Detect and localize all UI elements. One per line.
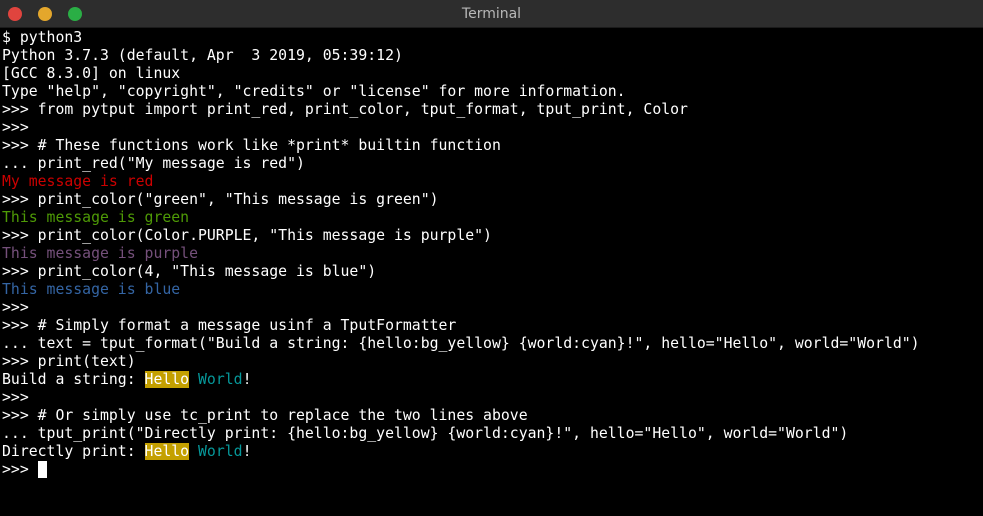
terminal-line: >>> # These functions work like *print* … [2, 137, 981, 155]
terminal-text: ... text = tput_format("Build a string: … [2, 335, 920, 352]
terminal-text: This message is green [2, 209, 190, 226]
terminal-line: My message is red [2, 173, 981, 191]
terminal-window: Terminal $ python3 Python 3.7.3 (default,… [0, 0, 983, 516]
terminal-text: World [198, 371, 243, 388]
terminal-line: ... print_red("My message is red") [2, 155, 981, 173]
terminal-text: Python 3.7.3 (default, Apr 3 2019, 05:39… [2, 47, 403, 64]
terminal-text: ! [242, 443, 252, 460]
terminal-line: [GCC 8.3.0] on linux [2, 65, 981, 83]
terminal-text: Directly print: [2, 443, 145, 460]
terminal-text: >>> # Or simply use tc_print to replace … [2, 407, 528, 424]
terminal-line: >>> [2, 461, 981, 479]
terminal-text: >>> [2, 119, 29, 136]
terminal-output[interactable]: $ python3 Python 3.7.3 (default, Apr 3 20… [2, 29, 981, 514]
terminal-text: >>> # These functions work like *print* … [2, 137, 501, 154]
terminal-text: $ python3 [2, 29, 83, 46]
terminal-text: >>> [2, 389, 29, 406]
terminal-line: This message is green [2, 209, 981, 227]
terminal-text: >>> print(text) [2, 353, 136, 370]
terminal-text: >>> print_color(Color.PURPLE, "This mess… [2, 227, 492, 244]
terminal-text: Hello [144, 371, 190, 388]
terminal-text: Hello [144, 443, 190, 460]
terminal-text: Build a string: [2, 371, 145, 388]
terminal-text: World [198, 443, 243, 460]
terminal-line: Build a string: Hello World! [2, 371, 981, 389]
terminal-line: ... tput_print("Directly print: {hello:b… [2, 425, 981, 443]
terminal-text: My message is red [2, 173, 154, 190]
terminal-line: >>> # Or simply use tc_print to replace … [2, 407, 981, 425]
terminal-line: This message is blue [2, 281, 981, 299]
terminal-line: >>> # Simply format a message usinf a Tp… [2, 317, 981, 335]
terminal-text: [GCC 8.3.0] on linux [2, 65, 181, 82]
title-bar: Terminal [0, 0, 983, 28]
terminal-text: ! [242, 371, 252, 388]
terminal-text: This message is purple [2, 245, 198, 262]
terminal-text: This message is blue [2, 281, 181, 298]
terminal-line: >>> print_color("green", "This message i… [2, 191, 981, 209]
terminal-text: >>> [2, 461, 38, 478]
terminal-text: >>> # Simply format a message usinf a Tp… [2, 317, 457, 334]
terminal-text: Type "help", "copyright", "credits" or "… [2, 83, 626, 100]
terminal-text: >>> print_color("green", "This message i… [2, 191, 439, 208]
terminal-text: ... tput_print("Directly print: {hello:b… [2, 425, 849, 442]
terminal-line: >>> print_color(Color.PURPLE, "This mess… [2, 227, 981, 245]
terminal-line: >>> print_color(4, "This message is blue… [2, 263, 981, 281]
terminal-line: Directly print: Hello World! [2, 443, 981, 461]
terminal-text: >>> print_color(4, "This message is blue… [2, 263, 377, 280]
terminal-line: >>> [2, 299, 981, 317]
terminal-text: >>> [2, 299, 29, 316]
terminal-line: This message is purple [2, 245, 981, 263]
terminal-line: >>> from pytput import print_red, print_… [2, 101, 981, 119]
terminal-line: >>> print(text) [2, 353, 981, 371]
terminal-line: >>> [2, 389, 981, 407]
window-title: Terminal [461, 6, 522, 22]
terminal-text: >>> from pytput import print_red, print_… [2, 101, 688, 118]
terminal-line: ... text = tput_format("Build a string: … [2, 335, 981, 353]
terminal-line: Type "help", "copyright", "credits" or "… [2, 83, 981, 101]
terminal-text: ... print_red("My message is red") [2, 155, 305, 172]
terminal-cursor [37, 461, 47, 478]
terminal-line: Python 3.7.3 (default, Apr 3 2019, 05:39… [2, 47, 981, 65]
terminal-line: $ python3 [2, 29, 981, 47]
terminal-line: >>> [2, 119, 981, 137]
